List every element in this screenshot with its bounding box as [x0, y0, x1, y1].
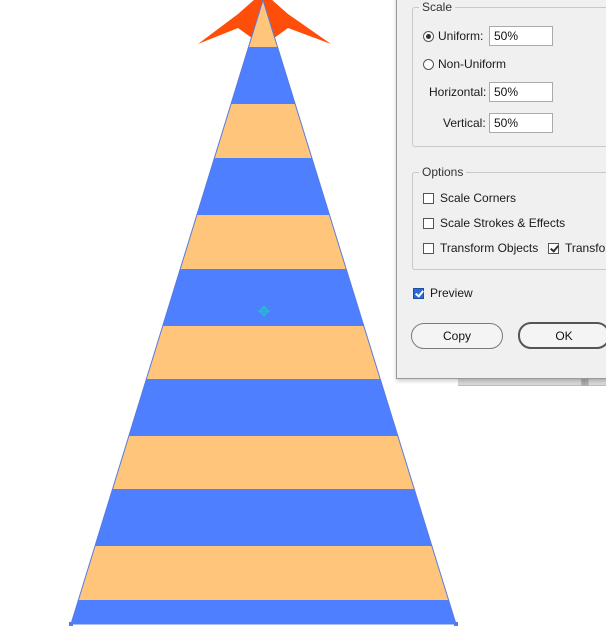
scale-strokes-checkbox[interactable]	[423, 217, 434, 229]
uniform-label: Uniform:	[438, 29, 484, 43]
cone-stripe	[71, 546, 456, 600]
scale-group-legend: Scale	[419, 0, 456, 14]
cone-stripe	[71, 436, 456, 489]
scale-strokes-row[interactable]: Scale Strokes & Effects	[423, 216, 565, 230]
preview-checkbox[interactable]	[413, 287, 424, 299]
transform-objects-row[interactable]: Transform Objects	[423, 241, 538, 255]
preview-row[interactable]: Preview	[413, 286, 473, 300]
horizontal-label: Horizontal:	[429, 85, 487, 99]
horizontal-field[interactable]: 50%	[489, 82, 553, 102]
nonuniform-label: Non-Uniform	[438, 57, 507, 71]
cone-stripe	[71, 600, 456, 624]
ok-button[interactable]: OK	[518, 322, 606, 349]
uniform-field[interactable]: 50%	[489, 26, 553, 46]
nonuniform-radio[interactable]	[423, 58, 434, 70]
transform-objects-label: Transform Objects	[440, 241, 539, 255]
scale-strokes-label: Scale Strokes & Effects	[440, 216, 566, 230]
cone-stripe	[71, 379, 456, 436]
scale-corners-checkbox[interactable]	[423, 192, 434, 204]
nonuniform-radio-row[interactable]: Non-Uniform	[423, 57, 506, 71]
transform-patterns-row[interactable]: Transfor	[548, 241, 606, 255]
vertical-label: Vertical:	[443, 116, 486, 130]
scale-corners-row[interactable]: Scale Corners	[423, 191, 516, 205]
transform-objects-checkbox[interactable]	[423, 242, 434, 254]
vertical-field[interactable]: 50%	[489, 113, 553, 133]
cone-stripe	[71, 489, 456, 546]
preview-label: Preview	[430, 286, 473, 300]
resize-grip-icon[interactable]: |||||||||	[581, 379, 589, 386]
transform-patterns-label: Transfor	[565, 241, 606, 255]
copy-button[interactable]: Copy	[411, 323, 503, 349]
uniform-radio-row[interactable]: Uniform:	[423, 29, 483, 43]
uniform-radio[interactable]	[423, 30, 434, 42]
scale-corners-label: Scale Corners	[440, 191, 517, 205]
transform-patterns-checkbox[interactable]	[548, 242, 559, 254]
options-group-legend: Options	[419, 165, 467, 179]
dialog-resize-edge[interactable]: |||||||||	[458, 378, 606, 386]
scale-dialog: Scale Uniform: 50% Non-Uniform Horizonta…	[396, 0, 606, 379]
